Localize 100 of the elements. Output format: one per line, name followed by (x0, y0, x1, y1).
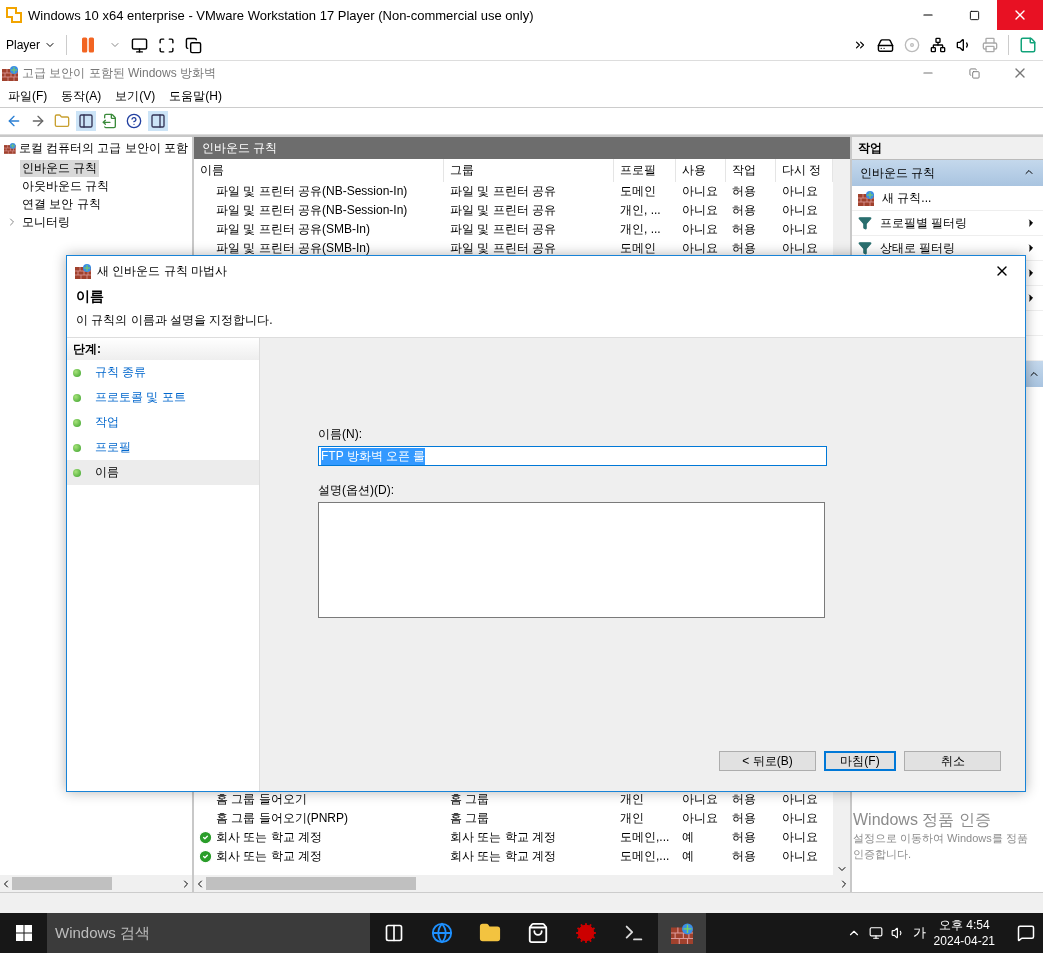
description-field[interactable] (318, 502, 825, 618)
step-link[interactable]: 프로필 (95, 439, 131, 456)
table-cell-text: 도메인 (619, 183, 657, 200)
table-cell: 파일 및 프린터 공유(NB-Session-In) (216, 183, 408, 200)
step-dot-icon (73, 368, 81, 377)
filter-icon (858, 216, 872, 230)
action-item[interactable]: 상태로 필터링 (880, 239, 1017, 257)
pane-title: 작업 (852, 137, 1043, 160)
table-cell-text: 예 (681, 829, 695, 846)
activation-notice: 인증합니다. (853, 847, 912, 862)
step-link[interactable]: 작업 (95, 414, 119, 431)
table-cell-text: 아니요 (681, 810, 719, 827)
clock-time: 오후 4:54 (938, 917, 990, 933)
table-cell-text: 개인 (619, 810, 645, 827)
table-cell-text: 홈 그룹 (449, 810, 491, 827)
dialog-title: 새 인바운드 규칙 마법사 (97, 262, 228, 280)
bag-icon (527, 922, 549, 944)
tree-item[interactable]: 로컬 컴퓨터의 고급 보안이 포함 (18, 139, 188, 157)
table-cell-text: 허용 (731, 240, 757, 257)
table-cell: 파일 및 프린터 공유(SMB-In) (216, 221, 370, 238)
menu-item[interactable]: 동작(A) (55, 85, 108, 107)
panel-title: 인바운드 규칙 (194, 137, 850, 159)
dialog-button[interactable]: 취소 (904, 751, 1001, 771)
help-button[interactable] (124, 111, 144, 131)
tree-item[interactable]: 연결 보안 규칙 (20, 195, 103, 213)
table-cell: 파일 및 프린터 공유(NB-Session-In) (216, 202, 408, 219)
table-cell-text: 아니요 (681, 183, 719, 200)
table-cell-text: 아니요 (681, 240, 719, 257)
search-field[interactable]: Windows 검색 (47, 913, 370, 953)
scrollbar-thumb[interactable] (206, 877, 416, 890)
column-header[interactable]: 이름 (194, 159, 444, 182)
table-cell: 파일 및 프린터 공유(SMB-In) (216, 240, 370, 257)
player-menu[interactable]: Player (6, 38, 56, 52)
table-cell-text: 도메인 (619, 240, 657, 257)
folder-icon (479, 922, 501, 944)
dialog-button[interactable]: 마침(F) (824, 751, 896, 771)
tree-item[interactable]: 아웃바운드 규칙 (20, 177, 112, 195)
fullscreen-icon (158, 36, 175, 54)
input-language[interactable]: 가 (912, 924, 926, 942)
table-cell: 회사 또는 학교 계정 (216, 848, 322, 865)
check-icon (198, 849, 213, 864)
step-link[interactable]: 규칙 종류 (95, 364, 147, 381)
dialog-button[interactable]: < 뒤로(B) (719, 751, 816, 771)
clock-date: 2024-04-21 (933, 933, 995, 949)
action-item[interactable]: 새 규칙... (882, 189, 1037, 207)
step-dot-icon (73, 393, 81, 402)
window-title: Windows 10 x64 enterprise - VMware Workstation 17 Player (Non-commercial use only) (28, 7, 535, 23)
table-cell-text: 아니요 (781, 810, 819, 827)
menu-item[interactable]: 파일(F) (2, 85, 54, 107)
table-cell-text: 개인 (619, 791, 645, 808)
new-rule-icon (858, 190, 874, 206)
firewall-icon (671, 922, 693, 944)
window-title: 고급 보안이 포함된 Windows 방화벽 (22, 64, 217, 82)
console-tree-button[interactable] (76, 111, 96, 131)
browser-icon (431, 922, 453, 944)
table-cell-text: 홈 그룹 (449, 791, 491, 808)
step-dot-icon (73, 468, 81, 477)
menu-item[interactable]: 보기(V) (109, 85, 162, 107)
filter-icon (858, 241, 872, 255)
notification-icon (1017, 924, 1035, 942)
printer-icon (982, 37, 998, 53)
table-cell-text: 아니요 (781, 202, 819, 219)
disc-icon (904, 37, 920, 53)
step-link[interactable]: 이름 (95, 464, 119, 481)
menu-item[interactable]: 도움말(H) (163, 85, 228, 107)
step-link[interactable]: 프로토콜 및 포트 (95, 389, 186, 406)
tree-item[interactable]: 인바운드 규칙 (20, 159, 100, 177)
page-description: 이 규칙의 이름과 설명을 지정합니다. (76, 312, 274, 329)
table-cell-text: 허용 (731, 202, 757, 219)
table-cell-text: 허용 (731, 848, 757, 865)
column-header[interactable]: 프로필 (614, 159, 676, 182)
gear-icon (575, 922, 597, 944)
table-cell-text: 회사 또는 학교 계정 (449, 848, 557, 865)
table-cell-text: 아니요 (781, 791, 819, 808)
table-cell-text: 파일 및 프린터 공유 (449, 183, 557, 200)
table-cell-text: 파일 및 프린터 공유 (449, 240, 557, 257)
action-item[interactable]: 프로필별 필터링 (880, 214, 1017, 232)
table-cell-text: 허용 (731, 810, 757, 827)
app-logo-icon (6, 7, 22, 23)
scrollbar-thumb[interactable] (12, 877, 112, 890)
table-cell-text: 파일 및 프린터 공유 (449, 221, 557, 238)
column-header[interactable]: 작업 (726, 159, 776, 182)
check-icon (198, 830, 213, 845)
table-cell-text: 아니요 (681, 791, 719, 808)
table-cell-text: 회사 또는 학교 계정 (449, 829, 557, 846)
table-cell-text: 아니요 (681, 202, 719, 219)
page-heading: 이름 (76, 288, 105, 306)
table-cell-text: 아니요 (681, 221, 719, 238)
action-pane-button[interactable] (148, 111, 168, 131)
column-header[interactable]: 사용 (676, 159, 726, 182)
table-cell-text: 아니요 (781, 183, 819, 200)
column-header[interactable]: 그룹 (444, 159, 614, 182)
step-dot-icon (73, 443, 81, 452)
table-cell-text: 도메인,... (619, 848, 671, 865)
table-cell-text: 허용 (731, 221, 757, 238)
step-dot-icon (73, 418, 81, 427)
table-cell-text: 아니요 (781, 240, 819, 257)
table-cell: 홈 그룹 들어오기(PNRP) (216, 810, 348, 827)
section-header[interactable]: 인바운드 규칙 (852, 160, 1043, 186)
tree-item[interactable]: 모니터링 (20, 213, 72, 231)
